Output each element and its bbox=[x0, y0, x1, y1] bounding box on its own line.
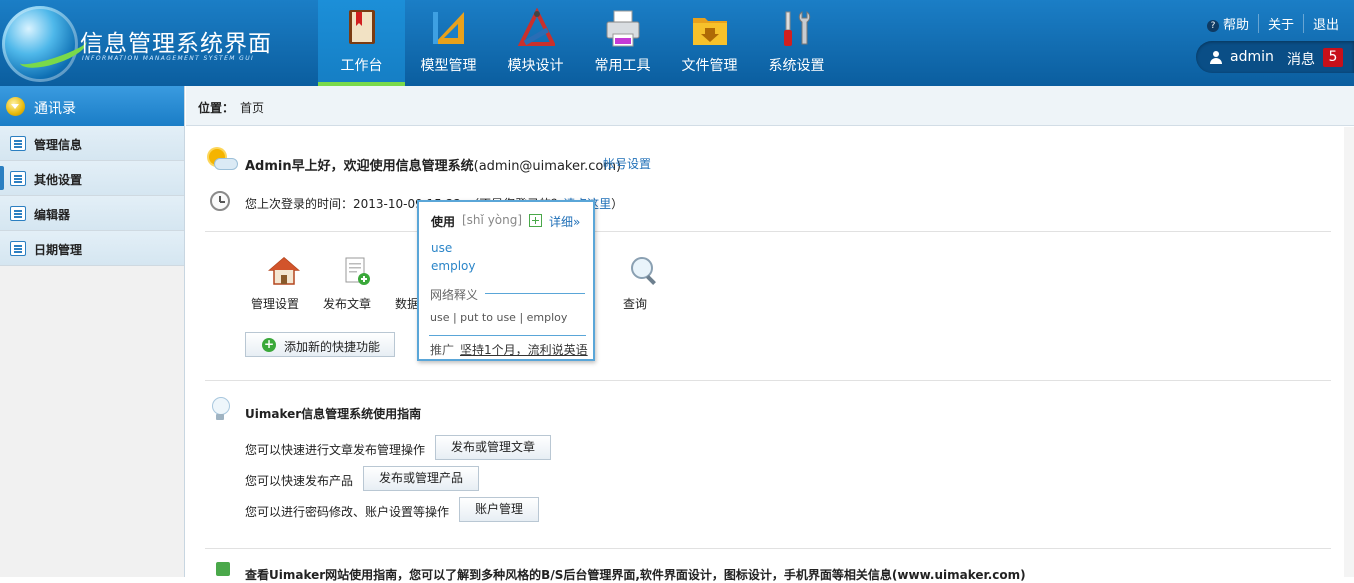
popup-pinyin: [shǐ yòng] bbox=[462, 213, 523, 227]
ruler-triangle-icon bbox=[433, 12, 464, 44]
shortcut-manage-settings[interactable]: 管理设置 bbox=[245, 255, 317, 311]
welcome-text: Admin早上好，欢迎使用信息管理系统(admin@uimaker.com) bbox=[245, 159, 622, 174]
site-guide-text: 查看Uimaker网站使用指南，您可以了解到多种风格的B/S后台管理界面,软件界… bbox=[245, 568, 1026, 582]
divider bbox=[205, 231, 1331, 232]
messages-badge[interactable]: 5 bbox=[1323, 48, 1343, 67]
shortcut-publish-article[interactable]: 发布文章 bbox=[317, 255, 389, 311]
guide-row-account: 您可以进行密码修改、账户设置等操作 bbox=[245, 505, 450, 519]
weather-icon bbox=[206, 149, 238, 173]
document-add-icon bbox=[345, 257, 370, 285]
drafting-tools-icon bbox=[517, 8, 555, 46]
sidebar-item-management-info[interactable]: 管理信息 bbox=[0, 126, 184, 161]
user-icon bbox=[1210, 51, 1222, 64]
breadcrumb: 位置： 首页 bbox=[186, 86, 1354, 126]
popup-definition[interactable]: use bbox=[431, 241, 452, 255]
app-title: 信息管理系统界面 bbox=[80, 31, 272, 57]
shortcut-search[interactable]: 查询 bbox=[605, 255, 677, 311]
sidebar-item-editor[interactable]: 编辑器 bbox=[0, 196, 184, 231]
username[interactable]: admin bbox=[1230, 49, 1274, 65]
plus-circle-icon: + bbox=[262, 337, 276, 352]
account-management-button[interactable]: 账户管理 bbox=[459, 497, 539, 522]
info-icon bbox=[216, 562, 230, 576]
nav-file-management[interactable]: 文件管理 bbox=[666, 0, 753, 86]
top-links: ? 帮助 关于 退出 bbox=[1198, 14, 1348, 33]
chat-icon bbox=[10, 171, 26, 186]
sidebar-item-other-settings[interactable]: 其他设置 bbox=[0, 161, 184, 196]
vertical-scrollbar[interactable] bbox=[1344, 127, 1354, 577]
breadcrumb-label: 位置： bbox=[198, 101, 235, 115]
divider bbox=[205, 548, 1331, 549]
guide-row-articles: 您可以快速进行文章发布管理操作 bbox=[245, 443, 426, 457]
guide-title: Uimaker信息管理系统使用指南 bbox=[245, 407, 422, 421]
popup-definition[interactable]: employ bbox=[431, 259, 475, 273]
add-shortcut-button[interactable]: + 添加新的快捷功能 bbox=[245, 332, 395, 357]
help-link[interactable]: ? 帮助 bbox=[1198, 14, 1258, 33]
printer-icon bbox=[606, 10, 640, 47]
folder-download-icon bbox=[693, 18, 727, 45]
logout-link[interactable]: 退出 bbox=[1302, 14, 1348, 33]
logo: 信息管理系统界面 INFORMATION MANAGEMENT SYSTEM G… bbox=[0, 0, 300, 86]
breadcrumb-home[interactable]: 首页 bbox=[240, 99, 264, 116]
sidebar-item-date-management[interactable]: 日期管理 bbox=[0, 231, 184, 266]
popup-ad-link[interactable]: 坚持1个月，流利说英语 bbox=[460, 341, 588, 358]
list-icon bbox=[10, 136, 26, 151]
manage-products-button[interactable]: 发布或管理产品 bbox=[363, 466, 479, 491]
magnifier-icon bbox=[631, 257, 656, 285]
chevron-down-circle-icon bbox=[6, 97, 25, 116]
nav-system-settings[interactable]: 系统设置 bbox=[753, 0, 840, 86]
house-icon bbox=[268, 257, 300, 285]
popup-net-title: 网络释义 bbox=[430, 288, 479, 302]
guide-row-products: 您可以快速发布产品 bbox=[245, 474, 354, 488]
add-detail-icon[interactable] bbox=[529, 214, 542, 227]
popup-net-values: use | put to use | employ bbox=[430, 311, 568, 324]
popup-detail-link[interactable]: 详细» bbox=[549, 213, 580, 230]
sidebar: 通讯录 管理信息 其他设置 编辑器 日期管理 bbox=[0, 86, 185, 577]
user-box: admin 消息 5 bbox=[1196, 41, 1354, 73]
messages-link[interactable]: 消息 bbox=[1287, 49, 1315, 69]
calendar-icon bbox=[10, 241, 26, 256]
wrench-screwdriver-icon bbox=[784, 11, 811, 46]
sidebar-header[interactable]: 通讯录 bbox=[0, 86, 184, 126]
top-header: 信息管理系统界面 INFORMATION MANAGEMENT SYSTEM G… bbox=[0, 0, 1354, 86]
edit-icon bbox=[10, 206, 26, 221]
app-subtitle: INFORMATION MANAGEMENT SYSTEM GUI bbox=[82, 55, 255, 62]
help-icon: ? bbox=[1206, 20, 1219, 32]
book-icon bbox=[349, 10, 375, 44]
nav-common-tools[interactable]: 常用工具 bbox=[579, 0, 666, 86]
nav-workbench[interactable]: 工作台 bbox=[318, 0, 405, 86]
popup-ad-label: 推广 bbox=[430, 343, 455, 357]
nav-model-management[interactable]: 模型管理 bbox=[405, 0, 492, 86]
clock-icon bbox=[210, 191, 230, 211]
popup-word: 使用 bbox=[431, 215, 456, 229]
dictionary-popup: 使用 [shǐ yòng] 详细» use employ 网络释义 use | … bbox=[417, 200, 595, 361]
manage-articles-button[interactable]: 发布或管理文章 bbox=[435, 435, 551, 460]
account-settings-link[interactable]: 帐号设置 bbox=[603, 155, 651, 172]
main-content: Admin早上好，欢迎使用信息管理系统(admin@uimaker.com) 帐… bbox=[186, 127, 1354, 582]
nav-module-design[interactable]: 模块设计 bbox=[492, 0, 579, 86]
lightbulb-icon bbox=[211, 397, 230, 423]
about-link[interactable]: 关于 bbox=[1257, 14, 1303, 33]
main-nav: 工作台 模型管理 模块设计 常用工具 文件管理 系统设置 bbox=[318, 0, 840, 86]
divider bbox=[205, 380, 1331, 381]
